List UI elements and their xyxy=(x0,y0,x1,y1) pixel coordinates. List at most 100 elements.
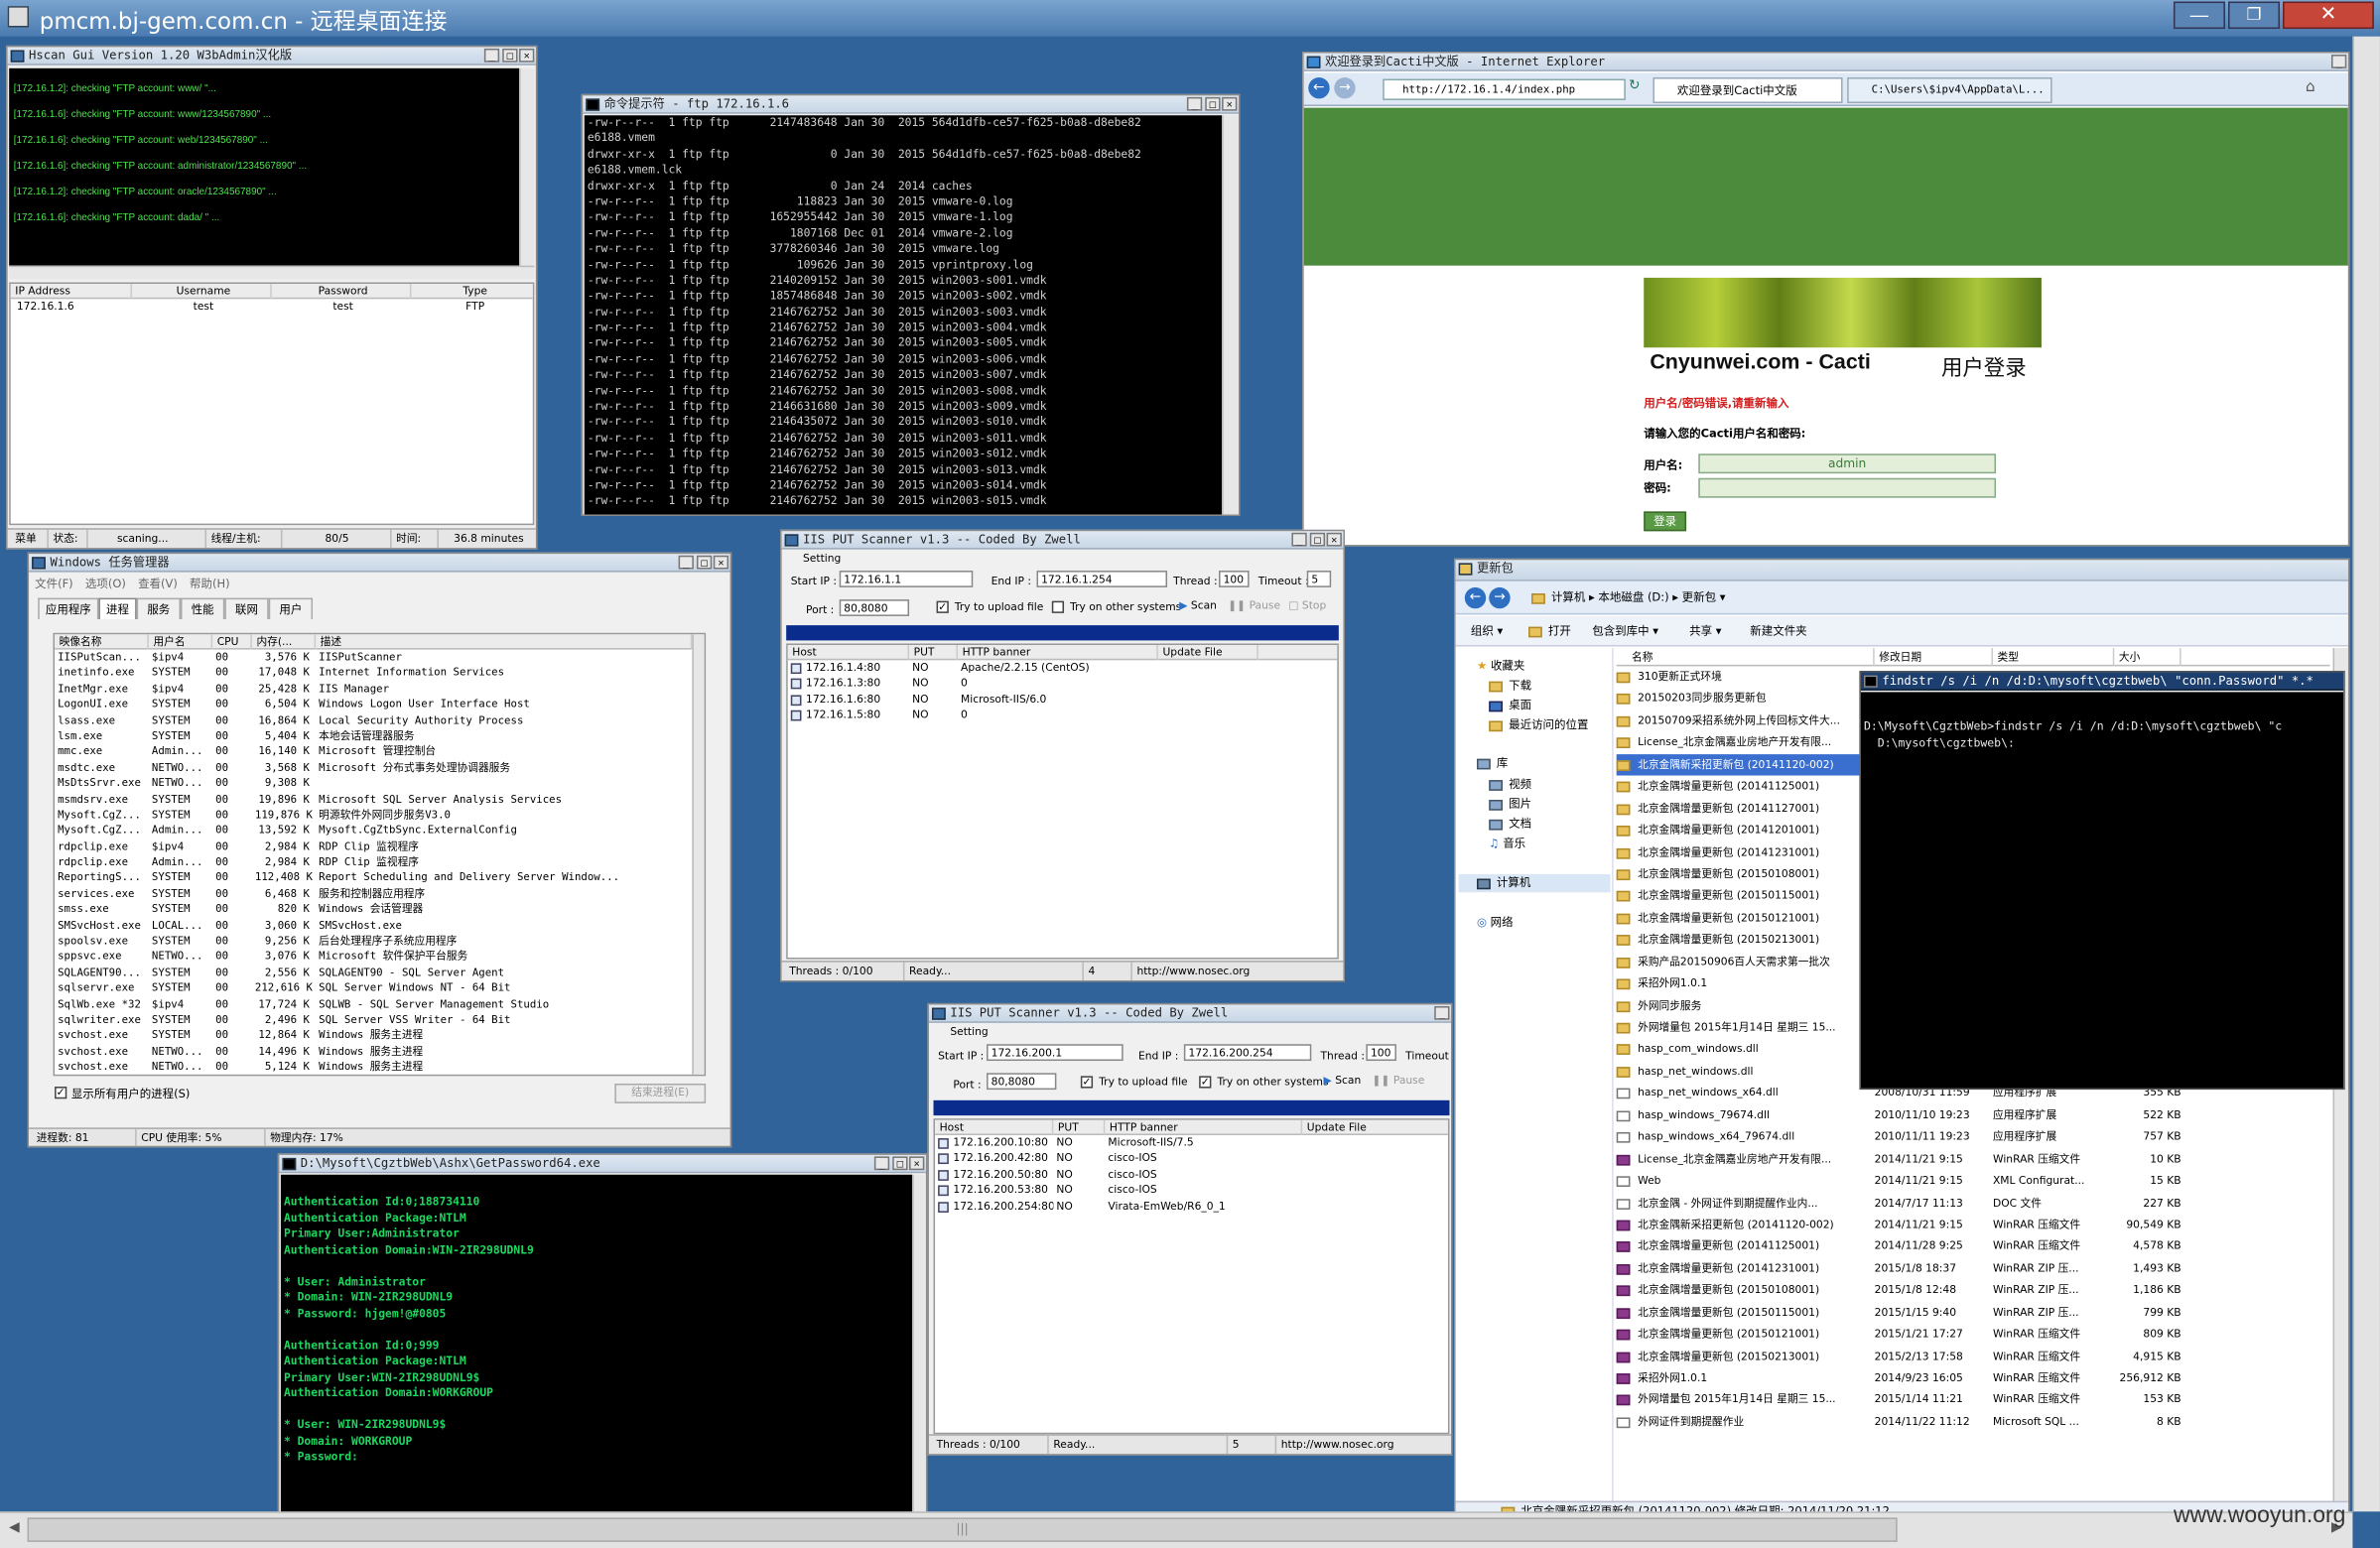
end-ip-input[interactable]: 172.16.200.254 xyxy=(1183,1044,1312,1062)
tab-services[interactable]: 服务 xyxy=(136,597,181,619)
file-row[interactable]: 北京金隅增量更新包 (20150121001) 2015/1/21 17:27 Wi… xyxy=(1616,1324,2330,1346)
file-row[interactable]: Web 2014/11/21 9:15 XML Configurat... 15 KB xyxy=(1616,1170,2330,1192)
table-row[interactable]: 172.16.200.53:80 NO cisco-IOS xyxy=(935,1183,1448,1199)
process-scrollbar[interactable] xyxy=(692,634,705,1075)
table-row[interactable]: services.exe SYSTEM 00 6,468 K 服务和控制器应用程序 xyxy=(55,886,705,902)
nav-documents[interactable]: 文档 xyxy=(1489,815,1531,832)
close-button[interactable]: ✕ xyxy=(2283,1,2374,30)
table-row[interactable]: IISPutScan... $ipv4 00 3,576 K IISPutScanner xyxy=(55,650,705,666)
col-type[interactable]: 类型 xyxy=(1993,648,2115,667)
table-row[interactable]: lsm.exe SYSTEM 00 5,404 K 本地会话管理器服务 xyxy=(55,728,705,744)
table-row[interactable]: SqlWb.exe *32 $ipv4 00 17,724 K SQLWB - SQL … xyxy=(55,996,705,1012)
nav-videos[interactable]: 视频 xyxy=(1489,776,1531,793)
stop-button[interactable]: □ Stop xyxy=(1288,599,1326,611)
file-row[interactable]: 北京金隅增量更新包 (20150115001) 2015/1/15 9:40 Win… xyxy=(1616,1302,2330,1324)
maximize-button[interactable]: □ xyxy=(1309,532,1326,547)
col-image-name[interactable]: 映像名称 xyxy=(55,634,149,650)
table-row[interactable]: msdtc.exe NETWO... 00 3,568 K Microsoft 分布式事… xyxy=(55,760,705,776)
thread-input[interactable]: 100 xyxy=(1366,1044,1396,1062)
breadcrumb-computer[interactable]: 计算机 xyxy=(1551,590,1585,604)
minimize-button[interactable]: _ xyxy=(1186,96,1203,111)
col-username[interactable]: Username xyxy=(132,283,272,300)
table-row[interactable]: rdpclip.exe $ipv4 00 2,984 K RDP Clip 监视程序 xyxy=(55,838,705,854)
scroll-thumb[interactable]: ||| xyxy=(27,1517,1898,1542)
table-row[interactable]: 172.16.1.3:80 NO 0 xyxy=(788,676,1338,692)
pause-button[interactable]: ❚❚ Pause xyxy=(1372,1075,1424,1087)
username-field[interactable]: admin xyxy=(1698,453,1997,474)
nav-downloads[interactable]: 下载 xyxy=(1489,677,1531,694)
file-row[interactable]: 采招外网1.0.1 2014/9/23 16:05 WinRAR 压缩文件 256,9… xyxy=(1616,1367,2330,1389)
table-row[interactable]: 172.16.200.254:80 NO Virata-EmWeb/R6_0_1 xyxy=(935,1199,1448,1215)
status-menu[interactable]: 菜单 xyxy=(11,530,36,548)
tab-networking[interactable]: 联网 xyxy=(224,597,269,619)
col-memory[interactable]: 内存(... xyxy=(252,634,317,650)
refresh-icon[interactable]: ↻ xyxy=(1629,79,1641,94)
other-systems-checkbox[interactable]: ✓ xyxy=(1199,1076,1212,1089)
minimize-button[interactable]: _ xyxy=(2331,55,2347,68)
address-bar[interactable]: http://172.16.1.4/index.php xyxy=(1383,78,1626,100)
table-row[interactable]: ReportingS... SYSTEM 00 112,408 K Report Sch… xyxy=(55,870,705,886)
menu-options[interactable]: 选项(O) xyxy=(85,577,126,590)
table-row[interactable]: smss.exe SYSTEM 00 820 K Windows 会话管理器 xyxy=(55,902,705,918)
minimize-button[interactable]: _ xyxy=(1291,532,1307,547)
browser-tab[interactable]: C:\Users\$ipv4\AppData\L... xyxy=(1847,76,2052,103)
minimize-button[interactable]: _ xyxy=(1434,1005,1450,1020)
forward-icon[interactable]: → xyxy=(1334,76,1356,99)
table-row[interactable]: Mysoft.CgZ... Admin... 00 13,592 K Mysoft.Cg… xyxy=(55,823,705,838)
close-button[interactable]: × xyxy=(713,555,729,570)
maximize-button[interactable]: □ xyxy=(696,555,713,570)
rdp-horizontal-scrollbar[interactable]: ◀ ||| ▶ xyxy=(0,1511,2353,1548)
minimize-button[interactable]: _ xyxy=(678,555,694,570)
start-ip-input[interactable]: 172.16.1.1 xyxy=(839,571,974,587)
table-row[interactable]: svchost.exe NETWO... 00 5,124 K Windows 服务主进… xyxy=(55,1060,705,1075)
table-row[interactable]: Mysoft.CgZ... SYSTEM 00 119,876 K 明源软件外网同步服务… xyxy=(55,807,705,823)
col-ip[interactable]: IP Address xyxy=(11,283,133,300)
file-row[interactable]: hasp_windows_x64_79674.dll 2010/11/11 19:… xyxy=(1616,1126,2330,1148)
pause-button[interactable]: ❚❚ Pause xyxy=(1228,599,1280,611)
table-row[interactable]: msmdsrv.exe SYSTEM 00 19,896 K Microsoft SQL… xyxy=(55,792,705,808)
col-update-file[interactable]: Update File xyxy=(1302,1120,1448,1135)
table-row[interactable]: LogonUI.exe SYSTEM 00 6,504 K Windows Logon … xyxy=(55,697,705,712)
table-row[interactable]: SMSvcHost.exe LOCAL... 00 3,060 K SMSvcHost.… xyxy=(55,918,705,934)
table-row[interactable]: inetinfo.exe SYSTEM 00 17,048 K Internet Inf… xyxy=(55,665,705,681)
nav-pictures[interactable]: 图片 xyxy=(1489,795,1531,812)
file-row[interactable]: 北京金隅增量更新包 (20150213001) 2015/2/13 17:58 Wi… xyxy=(1616,1346,2330,1367)
nav-recent[interactable]: 最近访问的位置 xyxy=(1489,716,1588,733)
table-row[interactable]: svchost.exe SYSTEM 00 12,864 K Windows 服务主进程 xyxy=(55,1028,705,1044)
close-button[interactable]: × xyxy=(1326,532,1342,547)
breadcrumb-drive[interactable]: 本地磁盘 (D:) xyxy=(1598,590,1668,604)
home-icon[interactable]: ⌂ xyxy=(2306,79,2315,96)
maximize-button[interactable]: □ xyxy=(1205,96,1221,111)
minimize-button[interactable]: _ xyxy=(483,48,500,63)
col-host[interactable]: Host xyxy=(935,1119,1054,1135)
table-row[interactable]: 172.16.200.50:80 NO cisco-IOS xyxy=(935,1167,1448,1183)
log-scrollbar[interactable] xyxy=(519,67,535,266)
nav-desktop[interactable]: 桌面 xyxy=(1489,697,1531,713)
rdp-vertical-scrollbar[interactable] xyxy=(2352,36,2380,1512)
show-all-checkbox[interactable]: ✓ xyxy=(55,1087,67,1099)
file-row[interactable]: 北京金隅增量更新包 (20150108001) 2015/1/8 12:48 Win… xyxy=(1616,1280,2330,1302)
table-row[interactable]: sqlwriter.exe SYSTEM 00 2,496 K SQL Server V… xyxy=(55,1012,705,1028)
forward-icon[interactable]: → xyxy=(1489,586,1511,609)
tab-processes[interactable]: 进程 xyxy=(98,597,137,619)
file-row[interactable]: 北京金隅新采招更新包 (20141120-002) 2014/11/21 9:15… xyxy=(1616,1214,2330,1235)
upload-checkbox[interactable]: ✓ xyxy=(1080,1076,1094,1089)
table-row[interactable]: 172.16.200.10:80 NO Microsoft-IIS/7.5 xyxy=(935,1135,1448,1151)
table-row[interactable]: 172.16.1.5:80 NO 0 xyxy=(788,708,1338,723)
col-size[interactable]: 大小 xyxy=(2114,648,2182,667)
table-row[interactable]: svchost.exe NETWO... 00 14,496 K Windows 服务主… xyxy=(55,1044,705,1060)
file-row[interactable]: 北京金隅增量更新包 (20141231001) 2015/1/8 18:37 Win… xyxy=(1616,1258,2330,1280)
close-button[interactable]: × xyxy=(519,48,535,63)
menu-file[interactable]: 文件(F) xyxy=(35,577,72,590)
col-name[interactable]: 名称 xyxy=(1617,648,1875,667)
col-update-file[interactable]: Update File xyxy=(1158,644,1258,661)
file-row[interactable]: License_北京金隅嘉业房地产开发有限... 2014/11/21 9:15 W… xyxy=(1616,1148,2330,1170)
new-folder-button[interactable]: 新建文件夹 xyxy=(1750,616,1806,647)
nav-music[interactable]: ♫ 音乐 xyxy=(1489,835,1525,851)
maximize-button[interactable]: □ xyxy=(502,48,518,63)
restore-button[interactable]: ❐ xyxy=(2228,1,2281,30)
breadcrumb-folder[interactable]: 更新包 xyxy=(1682,590,1716,604)
minimize-button[interactable]: ― xyxy=(2173,1,2225,30)
table-row[interactable]: InetMgr.exe $ipv4 00 25,428 K IIS Manager xyxy=(55,681,705,697)
table-row[interactable]: lsass.exe SYSTEM 00 16,864 K Local Security … xyxy=(55,712,705,728)
